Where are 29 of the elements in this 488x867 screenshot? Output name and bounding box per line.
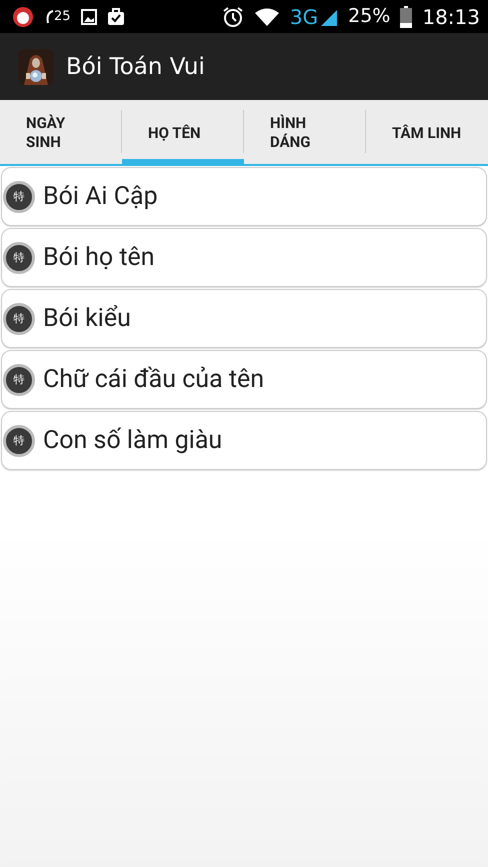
alarm-icon — [222, 6, 244, 28]
notification-count: 25 — [54, 10, 71, 23]
battery-percentage: 25% — [348, 7, 390, 26]
item-badge: 特 — [3, 424, 35, 456]
tab[interactable]: TÂM LINH — [366, 100, 488, 166]
network-type: 3G — [290, 6, 318, 26]
signal-icon — [320, 8, 338, 26]
clock: 18:13 — [422, 6, 480, 26]
list-item[interactable]: 特 Bói họ tên — [1, 228, 487, 287]
tab[interactable]: HÌNH DÁNG — [244, 100, 366, 166]
list-item[interactable]: 特 Bói kiểu — [1, 289, 487, 348]
list-item[interactable]: 特 Chữ cái đầu của tên — [1, 350, 487, 409]
list-item[interactable]: 特 Bói Ai Cập — [1, 167, 487, 226]
item-badge: 特 — [3, 180, 35, 212]
item-label: Chữ cái đầu của tên — [43, 365, 264, 394]
item-label: Bói họ tên — [43, 243, 155, 272]
item-label: Con số làm giàu — [43, 426, 222, 455]
list-item[interactable]: 特 Con số làm giàu — [1, 411, 487, 470]
item-label: Bói Ai Cập — [43, 182, 158, 211]
wifi-icon — [254, 6, 280, 26]
item-label: Bói kiểu — [43, 304, 131, 333]
app-title: Bói Toán Vui — [66, 54, 205, 80]
item-badge: 特 — [3, 364, 35, 396]
tab[interactable]: NGÀY SINH — [0, 100, 122, 166]
item-badge: 特 — [3, 242, 35, 274]
briefcase-check-icon — [106, 8, 125, 26]
battery-icon — [400, 6, 412, 28]
item-badge: 特 — [3, 302, 35, 334]
image-icon — [80, 8, 97, 24]
